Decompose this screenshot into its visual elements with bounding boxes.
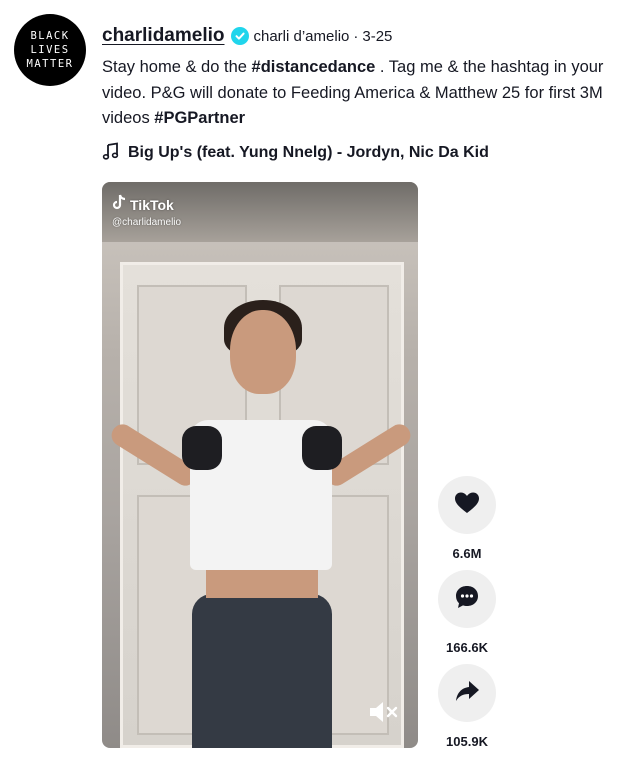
author-row: charlidamelio charli d’amelio · 3-25 xyxy=(102,22,613,50)
caption-text: Stay home & do the xyxy=(102,58,252,76)
separator-dot: · xyxy=(353,27,359,45)
avatar[interactable]: BLACK LIVES MATTER xyxy=(14,14,86,86)
like-button[interactable] xyxy=(438,476,496,534)
music-note-icon xyxy=(102,141,120,165)
share-count: 105.9K xyxy=(446,734,488,749)
video-player[interactable]: TikTok @charlidamelio xyxy=(102,182,418,748)
username-link[interactable]: charlidamelio xyxy=(102,25,225,47)
person-waist xyxy=(206,568,318,598)
mute-button[interactable] xyxy=(368,700,400,724)
watermark-handle: @charlidamelio xyxy=(112,217,182,228)
music-title: Big Up's (feat. Yung Nnelg) - Jordyn, Ni… xyxy=(128,144,489,161)
avatar-text-line: MATTER xyxy=(26,58,74,70)
comment-count: 166.6K xyxy=(446,640,488,655)
watermark-logo-text: TikTok xyxy=(130,196,174,213)
heart-icon xyxy=(454,491,480,520)
post-date: 3-25 xyxy=(362,27,393,45)
person-pants xyxy=(192,594,332,748)
comment-button[interactable] xyxy=(438,570,496,628)
person-head xyxy=(230,310,296,394)
comment-action: 166.6K xyxy=(437,570,497,655)
person-sleeve xyxy=(182,426,222,470)
speaker-muted-icon xyxy=(368,702,400,728)
post-caption: Stay home & do the #distancedance . Tag … xyxy=(102,55,612,132)
person-sleeve xyxy=(302,426,342,470)
post-header: charlidamelio charli d’amelio · 3-25 Sta… xyxy=(102,22,613,132)
tiktok-logo-icon xyxy=(112,194,126,215)
share-button[interactable] xyxy=(438,664,496,722)
share-icon xyxy=(454,679,480,708)
avatar-text-line: BLACK xyxy=(30,30,70,42)
like-action: 6.6M xyxy=(437,476,497,561)
hashtag-link[interactable]: #distancedance xyxy=(252,58,376,76)
music-link[interactable]: Big Up's (feat. Yung Nnelg) - Jordyn, Ni… xyxy=(102,141,489,165)
tiktok-watermark: TikTok @charlidamelio xyxy=(112,194,181,228)
comment-icon xyxy=(454,584,480,615)
like-count: 6.6M xyxy=(452,546,482,561)
share-action: 105.9K xyxy=(437,664,497,749)
nickname: charli d’amelio xyxy=(253,27,350,45)
avatar-text-line: LIVES xyxy=(30,44,70,56)
hashtag-link[interactable]: #PGPartner xyxy=(154,109,245,127)
verified-badge-icon xyxy=(230,27,249,45)
